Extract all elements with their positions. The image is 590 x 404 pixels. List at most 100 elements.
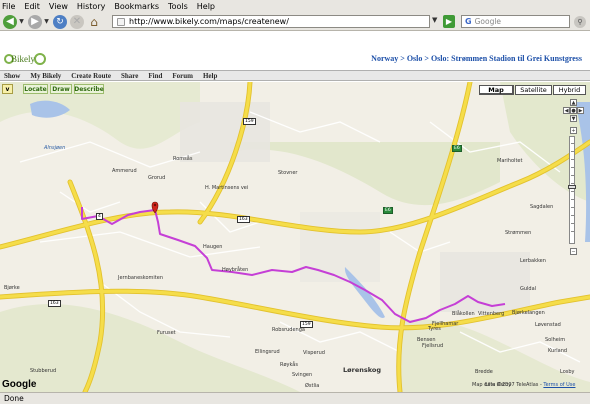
place-label: Røykås [280,362,298,368]
map-type-map-button[interactable]: Map [479,85,514,95]
terms-of-use-link[interactable]: Terms of Use [543,382,575,388]
nav-share[interactable]: Share [121,72,138,80]
place-label: Kurland [548,348,568,354]
place-label: Lørenskog [343,366,381,374]
road-shield: 159 [300,321,313,328]
road-shield: 159 [243,118,256,125]
zoom-in-icon[interactable]: + [570,127,577,134]
map-attribution: Map data ©2007 TeleAtlas - Terms of Use [472,382,575,388]
place-label: Losby [560,369,575,375]
nav-show[interactable]: Show [4,72,20,80]
place-label: Tyres [428,326,441,332]
search-bar[interactable]: G Google [461,15,570,28]
place-label: Svingen [292,372,313,378]
place-label: Lerbakken [520,258,546,264]
place-label: Blåkollen [452,311,475,317]
map-canvas[interactable]: Alnsjøen Romsås Ammerud Grorud Stovner H… [0,82,590,392]
pan-right-icon[interactable]: ▶ [577,107,584,114]
place-label: Fjellsrud [422,343,444,349]
forward-history-dropdown-icon[interactable]: ▼ [43,15,50,29]
home-button[interactable]: ⌂ [87,15,101,29]
place-label: Løvenstad [535,322,561,328]
menu-history[interactable]: History [77,2,105,11]
draw-button[interactable]: Draw [50,84,72,94]
site-navigation: Show My Bikely Create Route Share Find F… [0,70,590,81]
place-label: Jernbaneskomiten [118,275,164,281]
zoom-slider-knob[interactable] [568,185,576,189]
menu-help[interactable]: Help [197,2,215,11]
place-label: Grorud [148,175,166,181]
menu-bar: File Edit View History Bookmarks Tools H… [0,0,590,13]
back-button[interactable]: ◀ [3,14,17,29]
menu-view[interactable]: View [49,2,68,11]
place-label: Bjørke [4,285,20,291]
place-label: Sagdalen [530,204,554,210]
place-label: Ellingsrud [255,349,280,355]
water-label: Alnsjøen [44,145,66,151]
map-type-satellite-button[interactable]: Satellite [515,85,552,95]
nav-help[interactable]: Help [203,72,217,80]
stop-button[interactable]: ✕ [70,14,84,29]
place-label: Bjørkelangen [512,310,545,316]
menu-tools[interactable]: Tools [168,2,188,11]
place-label: H. Martinsens vei [205,185,249,191]
search-placeholder: Google [474,17,502,26]
reload-button[interactable]: ↻ [53,14,67,29]
nav-forum[interactable]: Forum [172,72,193,80]
address-url: http://www.bikely.com/maps/createnew/ [129,17,289,26]
status-bar: Done [0,392,590,404]
road-shield: 4 [96,213,103,220]
pan-down-icon[interactable]: ▼ [570,115,577,122]
place-label: Østlia [305,383,320,389]
menu-file[interactable]: File [2,2,15,11]
toolbar-toggle-button[interactable]: v [2,84,13,94]
logo-text[interactable]: Bikely [11,54,35,64]
place-label: Romsås [173,156,193,162]
place-label: Haugen [203,244,223,250]
describe-button[interactable]: Describe [74,84,104,94]
place-label: Bredde [475,369,493,375]
place-label: Mariholtet [497,158,523,164]
nav-create-route[interactable]: Create Route [71,72,111,80]
navigation-toolbar: ◀ ▼ ▶ ▼ ↻ ✕ ⌂ http://www.bikely.com/maps… [0,13,590,31]
pan-left-icon[interactable]: ◀ [563,107,570,114]
place-label: Solheim [545,337,566,343]
map-type-hybrid-button[interactable]: Hybrid [553,85,586,95]
back-history-dropdown-icon[interactable]: ▼ [18,15,25,29]
zoom-slider[interactable] [568,136,576,244]
road-shield: 163 [48,300,61,307]
search-engine-icon[interactable]: G [465,17,472,26]
menu-edit[interactable]: Edit [24,2,40,11]
bike-wheel-icon [34,53,46,65]
google-logo[interactable]: Google [2,379,36,390]
page-favicon-icon [117,17,125,26]
road-shield: E6 [383,207,393,214]
road-shield: 163 [237,216,250,223]
place-label: Ammerud [112,168,137,174]
pan-up-icon[interactable]: ▲ [570,99,577,106]
menu-bookmarks[interactable]: Bookmarks [114,2,159,11]
search-magnifier-icon[interactable]: ⚲ [574,16,586,28]
place-label: Stovner [278,170,298,176]
place-label: Vittenberg [478,311,505,317]
place-label: Guldal [520,286,537,292]
place-label: Høybråten [222,267,249,273]
place-label: Stubberud [30,368,57,374]
breadcrumb[interactable]: Norway > Oslo > Oslo: Strømmen Stadion t… [371,54,582,63]
zoom-out-icon[interactable]: − [570,248,577,255]
nav-my-bikely[interactable]: My Bikely [30,72,61,80]
nav-find[interactable]: Find [148,72,162,80]
status-text: Done [4,394,24,403]
address-bar[interactable]: http://www.bikely.com/maps/createnew/ [112,15,430,28]
forward-button[interactable]: ▶ [28,14,42,29]
place-label: Furuset [157,330,176,336]
pan-center-icon[interactable]: ● [570,107,577,114]
place-label: Visperud [303,350,325,356]
road-shield: E6 [452,145,462,152]
map-graphics [0,82,590,392]
place-label: Strømmen [505,230,532,236]
attribution-text: Map data ©2007 TeleAtlas - [472,382,544,388]
locate-button[interactable]: Locate [23,84,48,94]
go-button[interactable]: ▶ [443,15,455,28]
url-history-dropdown-icon[interactable]: ▼ [432,16,437,24]
